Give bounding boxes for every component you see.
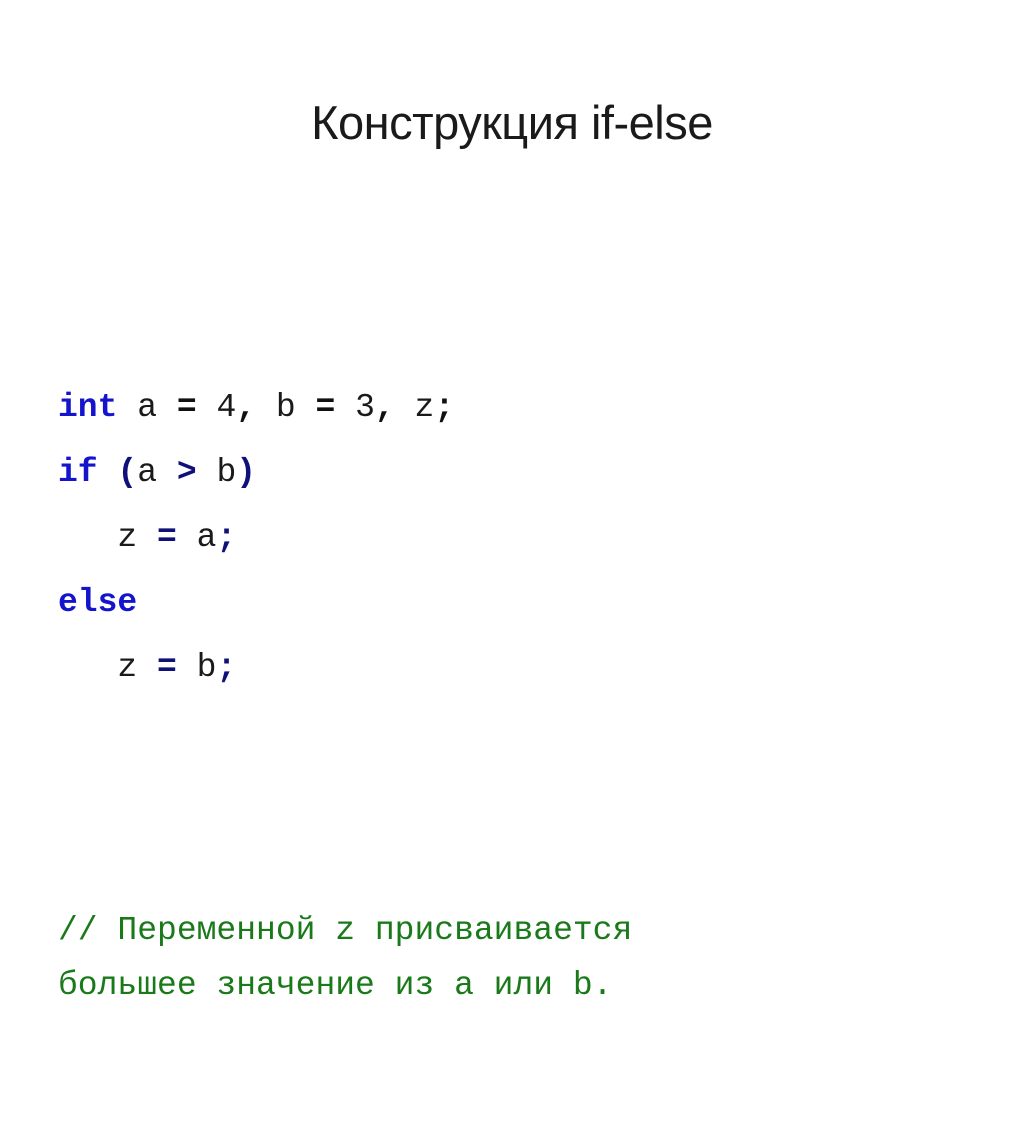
code-token-punct: ; — [216, 519, 237, 556]
code-line: if (a > b) — [58, 440, 978, 505]
code-comment-host: // Переменной z присваивается большее зна… — [58, 903, 978, 1013]
code-token-plain: 4 — [196, 389, 237, 426]
slide-canvas: Конструкция if-else int a = 4, b = 3, z;… — [0, 0, 1024, 1004]
code-token-plain: a — [117, 389, 177, 426]
code-token-comment: // Переменной z присваивается — [58, 912, 633, 949]
code-token-punct-dark: , — [374, 389, 395, 426]
code-token-plain: z — [117, 519, 158, 556]
code-token-plain: a — [137, 454, 177, 491]
code-lines-host: int a = 4, b = 3, z; if (a > b) z = a; els… — [58, 375, 978, 700]
code-line: int a = 4, b = 3, z; — [58, 375, 978, 440]
code-token-plain: 3 — [335, 389, 375, 426]
code-token-punct: ( — [117, 454, 138, 491]
code-token-plain: z — [394, 389, 435, 426]
code-token-punct-dark: = — [315, 389, 336, 426]
code-token-operator: > — [176, 454, 197, 491]
code-token-punct: ; — [216, 649, 237, 686]
code-token-plain: a — [176, 519, 217, 556]
code-token-operator: = — [157, 649, 177, 686]
code-comment-line: // Переменной z присваивается — [58, 903, 978, 958]
code-token-operator: = — [157, 519, 177, 556]
code-token-keyword: if — [58, 454, 98, 491]
code-token-punct-dark: = — [176, 389, 197, 426]
code-comment-line: большее значение из a или b. — [58, 958, 978, 1013]
code-token-plain: z — [117, 649, 158, 686]
code-line: z = b; — [58, 635, 978, 700]
code-line: z = a; — [58, 505, 978, 570]
code-token-punct: ) — [236, 454, 257, 491]
code-token-plain: b — [196, 454, 237, 491]
page-title: Конструкция if-else — [311, 96, 713, 150]
code-listing: int a = 4, b = 3, z; if (a > b) z = a; els… — [58, 180, 978, 1143]
code-token-keyword: int — [58, 389, 118, 426]
code-token-comment: большее значение из a или b. — [58, 967, 613, 1004]
code-token-keyword: else — [58, 584, 138, 621]
code-token-plain: b — [256, 389, 316, 426]
code-token-plain: b — [176, 649, 217, 686]
code-token-punct-dark: ; — [434, 389, 455, 426]
code-line: else — [58, 570, 978, 635]
code-token-punct-dark: , — [236, 389, 257, 426]
